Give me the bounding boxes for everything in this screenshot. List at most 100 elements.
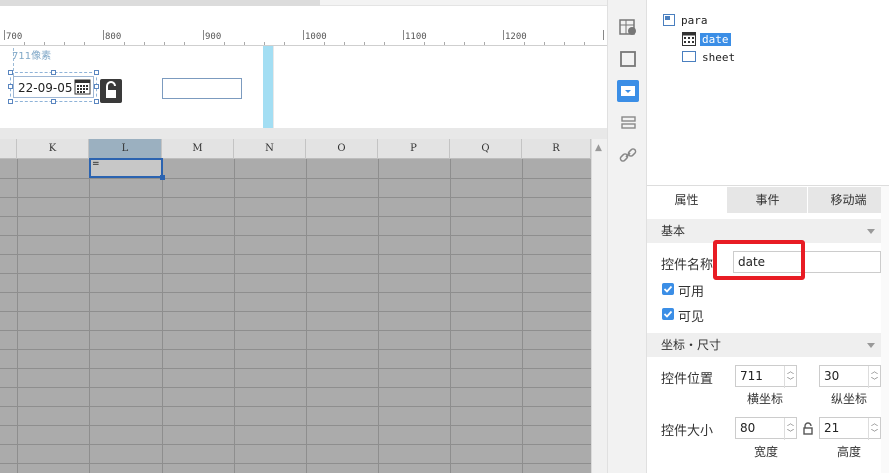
tree-node-para[interactable]: para (681, 14, 708, 27)
tree-node-sheet[interactable]: sheet (702, 51, 735, 64)
layout-icon[interactable] (617, 112, 639, 134)
grid-row-line (0, 178, 591, 179)
widget-name-label: 控件名称 (661, 258, 714, 273)
properties-panel: para date sheet 属性 事件 移动端 基本 控件名称 date 可… (647, 0, 889, 473)
height-input[interactable]: 21 ︿ ﹀ (819, 417, 881, 440)
x-caption: 横坐标 (747, 392, 784, 406)
selected-cell-l1[interactable]: = (89, 158, 165, 180)
square-icon[interactable] (617, 48, 639, 70)
spreadsheet-grid[interactable]: K L M N O P Q R = (0, 139, 591, 473)
corner-cell[interactable] (0, 139, 17, 159)
ruler-label: 1100 (405, 32, 427, 42)
ruler-label: 1000 (305, 32, 327, 42)
calendar-icon[interactable] (74, 79, 91, 95)
ruler-tick (303, 30, 304, 40)
widget-settings-icon[interactable] (617, 16, 639, 38)
property-tabs: 属性 事件 移动端 (647, 187, 889, 213)
grid-row-line (0, 235, 591, 236)
text-field-icon (682, 51, 696, 65)
dropdown-icon[interactable] (617, 80, 639, 102)
panel-scrollbar[interactable] (881, 186, 889, 473)
grid-row-line (0, 330, 591, 331)
width-input[interactable]: 80 ︿ ﹀ (735, 417, 797, 440)
ruler-label: 1200 (505, 32, 527, 42)
grid-row-line (0, 444, 591, 445)
height-value: 21 (824, 421, 840, 435)
grid-row-line (0, 406, 591, 407)
tab-mobile[interactable]: 移动端 (809, 187, 889, 213)
canvas-divider (273, 46, 274, 128)
date-widget-value: 22-09-05 (18, 81, 73, 95)
tab-properties[interactable]: 属性 (647, 187, 727, 213)
annotation-highlight-box (713, 240, 805, 280)
grid-row-line (0, 216, 591, 217)
calendar-icon (682, 32, 696, 49)
grid-vertical-scrollbar[interactable]: ▲ (591, 139, 607, 473)
resize-handle[interactable] (8, 70, 13, 75)
grid-row-line (0, 273, 591, 274)
resize-handle[interactable] (94, 84, 99, 89)
grid-row-line (0, 197, 591, 198)
text-widget[interactable] (162, 78, 242, 99)
resize-handle[interactable] (51, 99, 56, 104)
ruler-tick (103, 30, 104, 40)
widget-toolbar (607, 0, 647, 473)
unlock-icon[interactable] (100, 79, 122, 103)
grid-row-line (0, 292, 591, 293)
ruler-tick (603, 30, 604, 40)
column-header-q[interactable]: Q (450, 139, 522, 159)
scroll-up-icon[interactable]: ▲ (595, 143, 602, 153)
column-header-p[interactable]: P (378, 139, 450, 159)
section-coords-title: 坐标・尺寸 (661, 338, 722, 352)
ruler-tick (403, 30, 404, 40)
x-stepper[interactable]: ︿ ﹀ (784, 366, 796, 388)
resize-handle[interactable] (94, 70, 99, 75)
horizontal-ruler: 700 800 900 1000 1100 1200 (0, 30, 607, 46)
column-header-m[interactable]: M (162, 139, 234, 159)
section-basic-title: 基本 (661, 224, 686, 238)
width-stepper[interactable]: ︿ ﹀ (784, 418, 796, 440)
column-header-row: K L M N O P Q R (0, 139, 591, 159)
grid-row-line (0, 387, 591, 388)
collapse-icon[interactable] (867, 229, 875, 234)
column-header-n[interactable]: N (234, 139, 306, 159)
y-position-input[interactable]: 30 ︿ ﹀ (819, 365, 881, 388)
collapse-icon[interactable] (867, 343, 875, 348)
grid-row-line (0, 311, 591, 312)
ruler-label: 700 (6, 32, 23, 42)
height-stepper[interactable]: ︿ ﹀ (868, 418, 880, 440)
aspect-lock-icon[interactable] (802, 422, 814, 439)
enabled-label: 可用 (678, 285, 705, 300)
position-label: 控件位置 (661, 372, 714, 387)
grid-separator (0, 128, 607, 139)
grid-row-line (0, 254, 591, 255)
resize-handle[interactable] (8, 99, 13, 104)
ruler-label: 800 (105, 32, 122, 42)
x-position-input[interactable]: 711 ︿ ﹀ (735, 365, 797, 388)
grid-row-line (0, 463, 591, 464)
y-stepper[interactable]: ︿ ﹀ (868, 366, 880, 388)
column-header-k[interactable]: K (17, 139, 89, 159)
section-coords-header[interactable]: 坐标・尺寸 (647, 333, 883, 357)
link-icon[interactable] (617, 144, 639, 166)
column-header-o[interactable]: O (306, 139, 378, 159)
ruler-tick (503, 30, 504, 40)
design-canvas[interactable]: 700 800 900 1000 1100 1200 711像素 22-09-0… (0, 0, 607, 128)
ruler-label: 900 (205, 32, 222, 42)
tab-events[interactable]: 事件 (728, 187, 808, 213)
enabled-checkbox[interactable] (662, 283, 674, 295)
ruler-tick (4, 30, 5, 40)
horizontal-scrollbar[interactable] (0, 0, 607, 6)
fill-handle[interactable] (160, 175, 165, 180)
grid-row-line (0, 368, 591, 369)
resize-handle[interactable] (51, 70, 56, 75)
column-header-r[interactable]: R (522, 139, 591, 159)
date-widget[interactable]: 22-09-05 (13, 76, 94, 98)
resize-handle[interactable] (94, 99, 99, 104)
tree-node-date[interactable]: date (700, 33, 731, 46)
scroll-thumb[interactable] (0, 0, 320, 6)
column-header-l[interactable]: L (89, 139, 162, 159)
width-value: 80 (740, 421, 756, 435)
y-position-value: 30 (824, 369, 840, 383)
visible-checkbox[interactable] (662, 308, 674, 320)
